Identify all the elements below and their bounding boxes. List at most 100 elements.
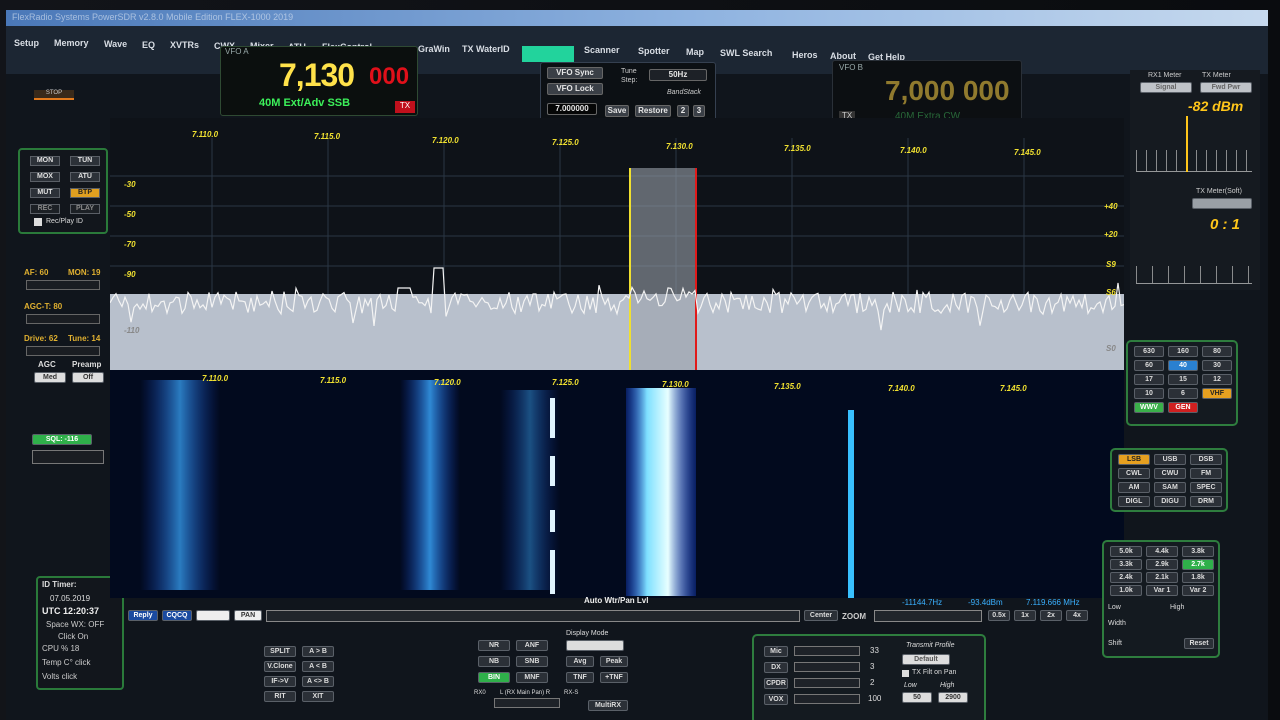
dx-button[interactable]: DX bbox=[764, 662, 788, 673]
center-button[interactable]: Center bbox=[804, 610, 838, 621]
split-control-0[interactable]: SPLIT bbox=[264, 646, 296, 657]
mnf-button[interactable]: MNF bbox=[516, 672, 548, 683]
filter-button-3-8k[interactable]: 3.8k bbox=[1182, 546, 1214, 557]
mode-button-fm[interactable]: FM bbox=[1190, 468, 1222, 479]
menu-wave[interactable]: Wave bbox=[104, 39, 127, 49]
split-control-7[interactable]: XIT bbox=[302, 691, 334, 702]
filter-button-1-0k[interactable]: 1.0k bbox=[1110, 585, 1142, 596]
rec-play-id-checkbox[interactable] bbox=[34, 218, 42, 226]
tx-high-input[interactable]: 2900 bbox=[938, 692, 968, 703]
mic-slider[interactable] bbox=[794, 646, 860, 656]
squelch-slider[interactable] bbox=[32, 450, 104, 464]
menu-spotter[interactable]: Spotter bbox=[638, 46, 670, 56]
nb-button[interactable]: NB bbox=[478, 656, 510, 667]
zoom-4x-button[interactable]: 4x bbox=[1066, 610, 1088, 621]
band-button-17[interactable]: 17 bbox=[1134, 374, 1164, 385]
tun-button[interactable]: TUN bbox=[70, 156, 100, 166]
vox-button[interactable]: VOX bbox=[764, 694, 788, 705]
tx-low-input[interactable]: 50 bbox=[902, 692, 932, 703]
tx-meter-soft-select[interactable] bbox=[1192, 198, 1252, 209]
bin-button[interactable]: BIN bbox=[478, 672, 510, 683]
band-button-30[interactable]: 30 bbox=[1202, 360, 1232, 371]
mode-button-digu[interactable]: DIGU bbox=[1154, 496, 1186, 507]
auto-wf-pan-level[interactable]: Auto Wtr/Pan Lvl bbox=[584, 596, 648, 605]
mode-button-lsb[interactable]: LSB bbox=[1118, 454, 1150, 465]
menu-swl-search[interactable]: SWL Search bbox=[720, 48, 772, 58]
filter-button-2-9k[interactable]: 2.9k bbox=[1146, 559, 1178, 570]
bandstack-3-button[interactable]: 3 bbox=[693, 105, 705, 117]
menu-map[interactable]: Map bbox=[686, 47, 704, 57]
vox-slider[interactable] bbox=[794, 694, 860, 704]
menu-heros[interactable]: Heros bbox=[792, 50, 818, 60]
stop-indicator[interactable]: STOP bbox=[34, 90, 74, 100]
split-control-6[interactable]: RIT bbox=[264, 691, 296, 702]
waterfall-display[interactable]: 7.110.0 7.115.0 7.120.0 7.125.0 7.130.0 … bbox=[110, 370, 1124, 598]
menu-xvtrs[interactable]: XVTRs bbox=[170, 40, 199, 50]
mode-button-spec[interactable]: SPEC bbox=[1190, 482, 1222, 493]
tx-filt-checkbox[interactable] bbox=[902, 670, 909, 677]
mode-button-cwl[interactable]: CWL bbox=[1118, 468, 1150, 479]
mode-button-dsb[interactable]: DSB bbox=[1190, 454, 1222, 465]
snb-button[interactable]: SNB bbox=[516, 656, 548, 667]
zoom-1x-button[interactable]: 1x bbox=[1014, 610, 1036, 621]
filter-reset-button[interactable]: Reset bbox=[1184, 638, 1214, 649]
agc-t-slider[interactable] bbox=[26, 314, 100, 324]
mode-button-cwu[interactable]: CWU bbox=[1154, 468, 1186, 479]
split-control-2[interactable]: V.Clone bbox=[264, 661, 296, 672]
tx-meter-select[interactable]: Fwd Pwr bbox=[1200, 82, 1252, 93]
menu-eq[interactable]: EQ bbox=[142, 40, 155, 50]
vfo-sync-button[interactable]: VFO Sync bbox=[547, 67, 603, 79]
filter-button-1-8k[interactable]: 1.8k bbox=[1182, 572, 1214, 583]
pan-slider[interactable] bbox=[266, 610, 800, 622]
filter-button-var-1[interactable]: Var 1 bbox=[1146, 585, 1178, 596]
mode-button-usb[interactable]: USB bbox=[1154, 454, 1186, 465]
multirx-button[interactable]: MultiRX bbox=[588, 700, 628, 711]
mode-button-am[interactable]: AM bbox=[1118, 482, 1150, 493]
mox-button[interactable]: MOX bbox=[30, 172, 60, 182]
panadapter[interactable]: 7.110.0 7.115.0 7.120.0 7.125.0 7.130.0 … bbox=[109, 118, 1125, 370]
rx1-meter-select[interactable]: Signal bbox=[1140, 82, 1192, 93]
rx-pan-slider[interactable] bbox=[494, 698, 560, 708]
band-button-160[interactable]: 160 bbox=[1168, 346, 1198, 357]
band-button-12[interactable]: 12 bbox=[1202, 374, 1232, 385]
split-control-3[interactable]: A < B bbox=[302, 661, 334, 672]
mode-button-sam[interactable]: SAM bbox=[1154, 482, 1186, 493]
anf-button[interactable]: ANF bbox=[516, 640, 548, 651]
split-control-5[interactable]: A <> B bbox=[302, 676, 334, 687]
btp-button[interactable]: BTP bbox=[70, 188, 100, 198]
band-button-gen[interactable]: GEN bbox=[1168, 402, 1198, 413]
cpdr-button[interactable]: CPDR bbox=[764, 678, 788, 689]
vfo-a-display[interactable]: VFO A 7,130 000 40M Ext/Adv SSB TX bbox=[220, 46, 418, 116]
band-button-15[interactable]: 15 bbox=[1168, 374, 1198, 385]
mut-button[interactable]: MUT bbox=[30, 188, 60, 198]
volts-label[interactable]: Volts click bbox=[42, 672, 77, 681]
filter-button-3-3k[interactable]: 3.3k bbox=[1110, 559, 1142, 570]
zoom-slider[interactable] bbox=[874, 610, 982, 622]
menu-scanner[interactable]: Scanner bbox=[584, 45, 620, 55]
band-button-80[interactable]: 80 bbox=[1202, 346, 1232, 357]
band-button-60[interactable]: 60 bbox=[1134, 360, 1164, 371]
vfo-a-frequency-sub[interactable]: 000 bbox=[369, 63, 409, 91]
menu-setup[interactable]: Setup bbox=[14, 38, 39, 48]
mode-button-drm[interactable]: DRM bbox=[1190, 496, 1222, 507]
menu-tx-waterid[interactable]: TX WaterID bbox=[462, 44, 510, 54]
rx-filter-passband[interactable] bbox=[630, 168, 696, 370]
mon-button[interactable]: MON bbox=[30, 156, 60, 166]
rec-button[interactable]: REC bbox=[30, 204, 60, 214]
af-slider[interactable] bbox=[26, 280, 100, 290]
vfo-a-frequency[interactable]: 7,130 bbox=[279, 57, 355, 94]
split-control-1[interactable]: A > B bbox=[302, 646, 334, 657]
atu-button[interactable]: ATU bbox=[70, 172, 100, 182]
save-button[interactable]: Save bbox=[605, 105, 629, 117]
band-button-10[interactable]: 10 bbox=[1134, 388, 1164, 399]
add-tnf-button[interactable]: +TNF bbox=[600, 672, 628, 683]
drive-slider[interactable] bbox=[26, 346, 100, 356]
display-mode-select[interactable] bbox=[566, 640, 624, 651]
avg-button[interactable]: Avg bbox=[566, 656, 594, 667]
filter-button-2-7k[interactable]: 2.7k bbox=[1182, 559, 1214, 570]
squelch-button[interactable]: SQL: -116 bbox=[32, 434, 92, 445]
transmit-profile-select[interactable]: Default bbox=[902, 654, 950, 665]
bandstack-2-button[interactable]: 2 bbox=[677, 105, 689, 117]
band-button-wwv[interactable]: WWV bbox=[1134, 402, 1164, 413]
mode-button-digl[interactable]: DIGL bbox=[1118, 496, 1150, 507]
